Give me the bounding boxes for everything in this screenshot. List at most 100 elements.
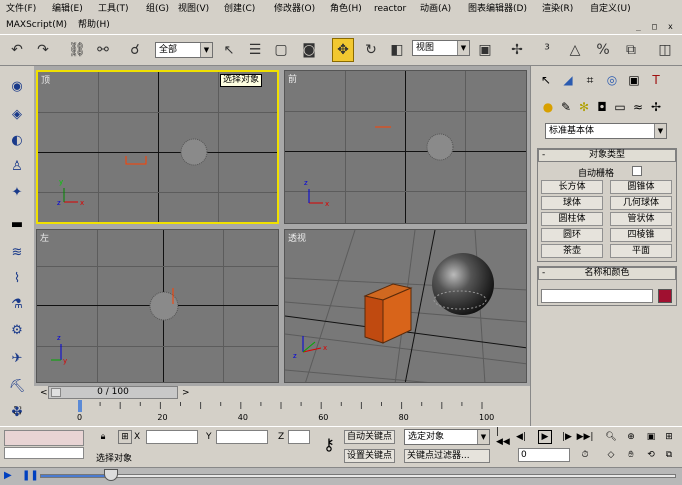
rectangular-selection-icon[interactable]: ▢ [270,38,292,62]
key-mode-icon[interactable]: ⚷ [318,435,340,454]
reactor-icon[interactable]: ⚗ [7,294,27,314]
time-config-icon[interactable]: ⏱︎ [578,448,592,462]
viewport-left[interactable]: 左 z y [36,229,279,383]
helpers-icon[interactable]: ▬ [7,214,27,234]
zoom-all-icon[interactable]: ⊕ [624,430,638,444]
menu-item[interactable]: 组(G) [146,3,169,16]
render-icon[interactable]: ✈ [7,348,27,368]
play-icon[interactable]: ▶ [538,430,552,444]
y-coordinate-field[interactable] [216,430,268,444]
menu-item[interactable]: 文件(F) [6,3,36,16]
create-tab-icon[interactable]: ↖ [537,71,555,89]
time-slider[interactable]: 0 / 100 [48,386,178,399]
menu-item[interactable]: 角色(H) [330,3,362,16]
object-type-button[interactable]: 几何球体 [610,196,672,210]
pause-strip-icon[interactable]: ❚❚ [22,470,39,481]
key-filters-button[interactable]: 关键点过滤器... [404,449,490,463]
spacewarps-category-icon[interactable]: ≈ [629,98,647,116]
go-to-end-icon[interactable]: ▶▶| [577,430,594,444]
select-by-name-icon[interactable]: ☰ [244,38,266,62]
bind-space-warp-icon[interactable]: ☌ [124,38,146,62]
menu-item[interactable]: 编辑(E) [52,3,83,16]
compounds-icon[interactable]: ◐ [7,130,27,150]
object-type-button[interactable]: 平面 [610,244,672,258]
select-and-move-icon[interactable]: ✥ [332,38,354,62]
object-type-button[interactable]: 圆柱体 [541,212,603,226]
current-frame-field[interactable]: 0 [518,448,570,462]
cameras-icon[interactable]: ✦ [7,182,27,202]
lights-category-icon[interactable]: ✻ [575,98,593,116]
menu-item[interactable]: MAXScript(M) [6,19,67,32]
space-warps-icon[interactable]: ≋ [7,242,27,262]
menu-item[interactable]: 渲染(R) [542,3,573,16]
set-key-button[interactable]: 设置关键点 [344,449,396,463]
maximize-viewport-icon[interactable]: ⧉ [662,448,676,462]
selection-filter-dropdown[interactable]: 全部 ▼ [155,42,213,58]
maximize-button[interactable]: □ [652,22,657,31]
select-and-manipulate-icon[interactable]: ✢ [506,38,528,62]
time-slider-right-icon[interactable]: > [182,388,190,398]
zoom-extents-all-icon[interactable]: ⊞ [662,430,676,444]
object-type-button[interactable]: 圆锥体 [610,180,672,194]
viewport-front[interactable]: 前 z x [284,70,527,224]
x-coordinate-field[interactable] [146,430,198,444]
object-type-button[interactable]: 茶壶 [541,244,603,258]
systems-category-icon[interactable]: ✢ [647,98,665,116]
pivot-point-icon[interactable]: ▣ [474,38,496,62]
modify-tab-icon[interactable]: ◢ [559,71,577,89]
hierarchy-tab-icon[interactable]: ⌗ [581,71,599,89]
helpers-category-icon[interactable]: ▭ [611,98,629,116]
viewport-top[interactable]: 顶 y z x [36,70,279,224]
absolute-mode-icon[interactable]: ⊞ [118,430,132,444]
unlink-icon[interactable]: ⚯ [92,38,114,62]
redo-icon[interactable]: ↷ [32,38,54,62]
animation-icon[interactable]: ⚙ [7,320,27,340]
object-color-swatch[interactable] [658,289,672,303]
menu-item[interactable]: 视图(V) [178,3,209,16]
z-coordinate-field[interactable] [288,430,310,444]
object-type-button[interactable]: 管状体 [610,212,672,226]
menu-item[interactable]: reactor [374,3,406,16]
utilities-tab-icon[interactable]: T [647,71,665,89]
select-and-link-icon[interactable]: ⛓ [66,38,88,62]
menu-item[interactable]: 图表编辑器(D) [468,3,527,16]
window-crossing-icon[interactable]: ◙ [298,38,320,62]
menu-item[interactable]: 工具(T) [98,3,129,16]
track-bar-icon[interactable]: ⛶ [14,406,30,420]
undo-icon[interactable]: ↶ [6,38,28,62]
go-to-start-icon[interactable]: |◀◀ [496,427,510,447]
geometry-icon[interactable]: ● [539,98,557,116]
select-object-icon[interactable]: ↖ [218,38,240,62]
select-and-rotate-icon[interactable]: ↻ [360,38,382,62]
previous-frame-icon[interactable]: ◀| [514,430,528,444]
particles-icon[interactable]: ⛏ [7,376,27,396]
object-type-button[interactable]: 四棱锥 [610,228,672,242]
time-slider-left-icon[interactable]: < [40,388,48,398]
shapes-icon[interactable]: ◈ [7,104,27,124]
percent-snap-icon[interactable]: % [592,38,614,62]
maxscript-listener-mini[interactable] [4,430,84,446]
minimize-button[interactable]: _ [636,22,641,31]
zoom-icon[interactable]: 🔍︎ [604,430,618,444]
angle-snap-icon[interactable]: △ [564,38,586,62]
lock-selection-icon[interactable]: 🔒︎ [96,430,110,444]
objects-icon[interactable]: ◉ [7,76,27,96]
media-progress-handle[interactable] [104,469,118,481]
autogrid-checkbox[interactable] [632,166,642,176]
zoom-extents-icon[interactable]: ▣ [644,430,658,444]
lights-icon[interactable]: ♙ [7,156,27,176]
spinner-snap-icon[interactable]: ⧉ [620,38,642,62]
pan-icon[interactable]: ✋︎ [624,448,638,462]
field-of-view-icon[interactable]: ◇ [604,448,618,462]
object-type-button[interactable]: 长方体 [541,180,603,194]
selected-dropdown[interactable]: 选定对象 ▼ [404,429,490,445]
object-type-button[interactable]: 球体 [541,196,603,210]
menu-item[interactable]: 自定义(U) [590,3,631,16]
rollout-header[interactable]: - 名称和颜色 [538,267,676,280]
arc-rotate-icon[interactable]: ⟲ [644,448,658,462]
auto-key-button[interactable]: 自动关键点 [344,430,396,444]
motion-tab-icon[interactable]: ◎ [603,71,621,89]
menu-item[interactable]: 修改器(O) [274,3,315,16]
category-dropdown[interactable]: 标准基本体 ▼ [545,123,667,139]
viewport-perspective[interactable]: 透视 z x [284,229,527,383]
